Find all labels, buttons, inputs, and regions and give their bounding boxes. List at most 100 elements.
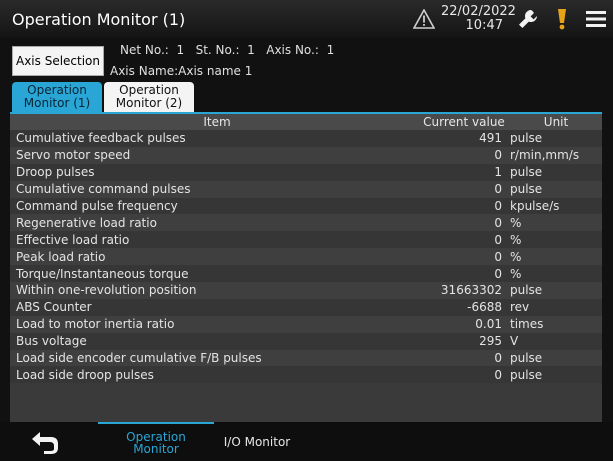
value-cell: 0 (494, 232, 502, 247)
axis-name: Axis Name:Axis name 1 (110, 64, 252, 78)
item-cell: Droop pulses (16, 165, 95, 180)
date-text: 22/02/2022 (441, 4, 516, 19)
table-row[interactable]: Load to motor inertia ratio 0.01 times (10, 315, 602, 333)
table-row[interactable]: Droop pulses 1 pulse (10, 163, 602, 181)
column-header-unit: Unit (543, 115, 569, 129)
st-no-label: St. No.: (195, 43, 240, 57)
net-no-value: 1 (176, 43, 185, 57)
value-cell: 0 (494, 367, 502, 382)
exclamation-icon (558, 9, 566, 30)
table-row[interactable]: Peak load ratio 0% (10, 248, 602, 266)
value-cell: 0 (494, 148, 502, 163)
tab-label-line2: Monitor (2) (115, 96, 183, 110)
item-cell: Load side encoder cumulative F/B pulses (16, 351, 262, 366)
value-cell: 0 (494, 182, 502, 197)
st-no-value: 1 (247, 43, 255, 57)
axis-no-label: Axis No.: (266, 43, 319, 57)
unit-cell: r/min,mm/s (510, 148, 580, 163)
back-icon[interactable] (30, 430, 60, 454)
table-row[interactable]: Cumulative command pulses 0 pulse (10, 180, 602, 198)
unit-cell: pulse (510, 131, 543, 146)
item-cell: Regenerative load ratio (16, 215, 157, 230)
unit-cell: kpulse/s (510, 199, 560, 213)
unit-cell: times (510, 317, 544, 332)
footer-tab-line2: Monitor (133, 441, 179, 456)
value-cell: 0.01 (475, 317, 502, 332)
item-cell: Within one-revolution position (16, 283, 197, 298)
warning-icon[interactable] (413, 9, 435, 29)
hamburger-menu-icon (586, 11, 606, 27)
unit-cell: pulse (510, 165, 543, 180)
axis-no-value: 1 (326, 43, 335, 57)
value-cell: 491 (479, 131, 502, 146)
unit-cell: pulse (510, 283, 543, 298)
unit-cell: V (510, 334, 519, 349)
alarm-button[interactable] (545, 0, 579, 38)
tab-operation-monitor-1[interactable]: Operation Monitor (1) (12, 82, 102, 112)
table-row[interactable]: Within one-revolution position 31663302 pu… (10, 282, 602, 299)
unit-cell: % (510, 249, 522, 264)
bottom-nav: Operation Monitor I/O Monitor (0, 422, 613, 461)
value-cell: 0 (494, 215, 502, 230)
time-text: 10:47 (465, 18, 503, 33)
table-row[interactable]: ABS Counter -6688 rev (10, 298, 602, 316)
table-body[interactable]: Cumulative feedback pulses 491 pulse Servo … (10, 130, 602, 384)
page-title: Operation Monitor (1) (12, 9, 186, 29)
value-cell: 295 (479, 334, 502, 349)
value-cell: 0 (494, 249, 502, 264)
wrench-icon (519, 9, 537, 28)
item-cell: Command pulse frequency (16, 199, 178, 213)
tab-label-line2: Monitor (1) (23, 96, 91, 110)
column-header-value: Current value (423, 115, 505, 129)
axis-numbers: Net No.: 1 St. No.: 1 Axis No.: 1 (120, 43, 334, 57)
tab-operation-monitor[interactable]: Operation Monitor (98, 422, 214, 461)
item-cell: Bus voltage (16, 334, 87, 349)
title-bar: Operation Monitor (1) 22/02/2022 10:47 (0, 0, 613, 38)
table-row[interactable]: Effective load ratio 0% (10, 231, 602, 249)
value-cell: 0 (494, 266, 502, 281)
item-cell: Effective load ratio (16, 232, 130, 247)
net-no-label: Net No.: (120, 43, 169, 57)
item-cell: Torque/Instantaneous torque (16, 266, 189, 281)
item-cell: Load side droop pulses (16, 367, 154, 382)
clock: 22/02/2022 10:47 (441, 4, 516, 33)
axis-info-bar: Axis Selection Net No.: 1 St. No.: 1 Axi… (0, 38, 613, 82)
table-row[interactable]: Regenerative load ratio 0% (10, 214, 602, 232)
menu-button[interactable] (579, 0, 613, 38)
unit-cell: % (510, 266, 522, 281)
value-cell: 1 (494, 165, 502, 180)
table-row[interactable]: Servo motor speed 0 r/min,mm/s (10, 146, 602, 164)
item-cell: Cumulative feedback pulses (16, 131, 186, 146)
value-cell: 0 (494, 199, 502, 213)
table-row[interactable]: Load side droop pulses 0 pulse (10, 366, 602, 384)
table-row[interactable]: Cumulative feedback pulses 491 pulse (10, 130, 602, 147)
value-cell: -6688 (467, 300, 502, 315)
unit-cell: rev (510, 300, 530, 315)
unit-cell: pulse (510, 367, 543, 382)
footer-tab-line1: Operation (126, 429, 186, 444)
table-row[interactable]: Load side encoder cumulative F/B pulses 0… (10, 349, 602, 367)
column-header-item: Item (203, 115, 231, 129)
item-cell: Cumulative command pulses (16, 182, 191, 197)
unit-cell: % (510, 232, 522, 247)
tab-operation-monitor-2[interactable]: Operation Monitor (2) (104, 82, 194, 112)
unit-cell: % (510, 215, 522, 230)
item-cell: ABS Counter (16, 300, 92, 315)
table-row[interactable]: Command pulse frequency 0 kpulse/s (10, 197, 602, 215)
axis-name-value: Axis name 1 (178, 64, 253, 78)
item-cell: Servo motor speed (16, 148, 131, 163)
monitor-table: Item Current value Unit Cumulative feedb… (10, 112, 602, 422)
value-cell: 0 (494, 351, 502, 366)
header-icons: 22/02/2022 10:47 (413, 0, 613, 38)
table-row[interactable]: Bus voltage 295 V (10, 332, 602, 350)
axis-selection-button[interactable]: Axis Selection (12, 46, 104, 76)
item-cell: Load to motor inertia ratio (16, 317, 175, 332)
table-row[interactable]: Torque/Instantaneous torque 0% (10, 265, 602, 283)
value-cell: 31663302 (440, 283, 502, 298)
unit-cell: pulse (510, 182, 543, 197)
tab-io-monitor[interactable]: I/O Monitor (214, 422, 300, 461)
unit-cell: pulse (510, 351, 543, 366)
item-cell: Peak load ratio (16, 249, 106, 264)
table-header: Item Current value Unit (10, 114, 602, 130)
wrench-button[interactable] (511, 0, 545, 38)
